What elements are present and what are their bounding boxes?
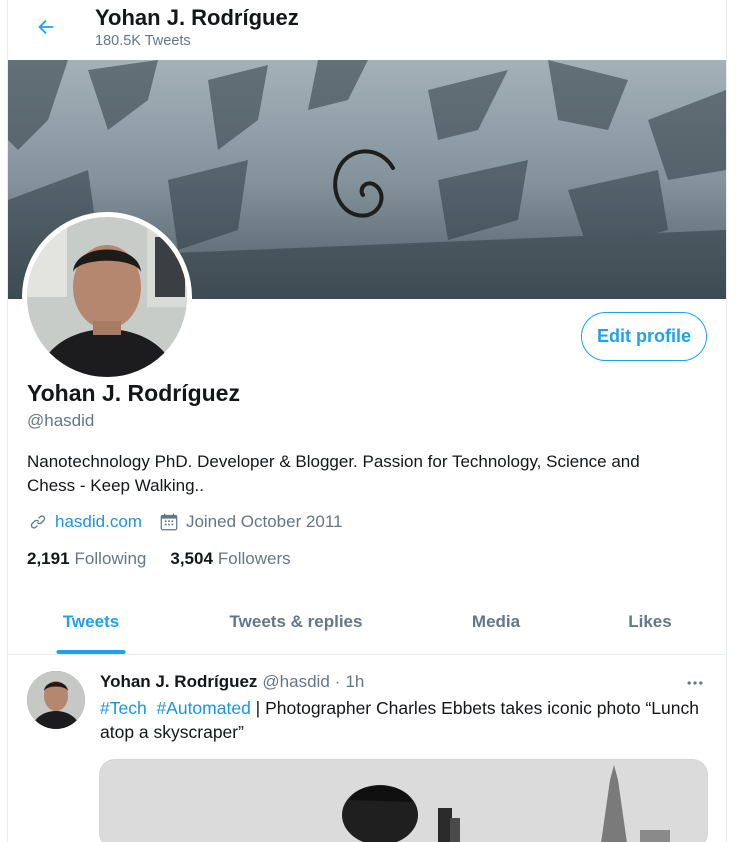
tweet-header: Yohan J. Rodríguez @hasdid · 1h [100,671,364,693]
tweet-author-name[interactable]: Yohan J. Rodríguez [100,672,257,692]
profile-meta: hasdid.com Joined October 2011 [27,510,343,534]
tab-label: Media [471,612,521,631]
back-button[interactable] [28,9,64,45]
following-label: Following [74,549,147,568]
tab-active-indicator [56,650,126,654]
header-name: Yohan J. Rodríguez [95,5,299,30]
tab-likes[interactable]: Likes [584,590,716,654]
joined-date: Joined October 2011 [185,512,343,531]
tab-media[interactable]: Media [418,590,574,654]
profile-name: Yohan J. Rodríguez [27,380,240,406]
tab-tweets[interactable]: Tweets [8,590,174,654]
tweet-avatar[interactable] [27,671,85,729]
following-count: 2,191 [27,549,70,568]
following-link[interactable]: 2,191 Following [27,549,146,569]
tweet-media-image[interactable] [99,759,708,842]
followers-label: Followers [217,549,291,568]
tab-tweets-replies[interactable]: Tweets & replies [184,590,408,654]
header-tweet-count: 180.5K Tweets [95,33,191,49]
website-link[interactable]: hasdid.com [55,512,142,532]
arrow-left-icon [38,19,54,35]
tab-label: Likes [628,612,672,631]
follow-stats: 2,191 Following 3,504 Followers [27,547,291,571]
tab-label: Tweets & replies [229,612,363,631]
edit-profile-button[interactable]: Edit profile [581,312,707,361]
top-bar: Yohan J. Rodríguez 180.5K Tweets [8,0,726,60]
tab-label: Tweets [62,612,120,631]
profile-column: Yohan J. Rodríguez 180.5K Tweets Edit pr… [7,0,727,842]
tweet-text: #Tech #Automated | Photographer Charles … [100,696,700,744]
hashtag-tech[interactable]: #Tech [100,698,147,718]
profile-tabs: Tweets Tweets & replies Media Likes [8,590,726,655]
hashtag-automated[interactable]: #Automated [156,698,250,718]
followers-count: 3,504 [170,549,213,568]
tweet[interactable]: Yohan J. Rodríguez @hasdid · 1h #Tech #A… [8,656,726,842]
profile-avatar[interactable] [22,212,192,382]
followers-link[interactable]: 3,504 Followers [170,549,290,569]
more-options-button[interactable] [681,669,709,697]
more-horizontal-icon [687,681,703,685]
tweet-author-handle: @hasdid [262,672,330,691]
profile-handle: @hasdid [27,411,95,430]
link-icon [27,511,49,533]
tweet-time[interactable]: 1h [345,672,364,692]
separator-dot: · [334,672,341,691]
calendar-icon [158,511,180,533]
profile-bio: Nanotechnology PhD. Developer & Blogger.… [27,452,640,495]
